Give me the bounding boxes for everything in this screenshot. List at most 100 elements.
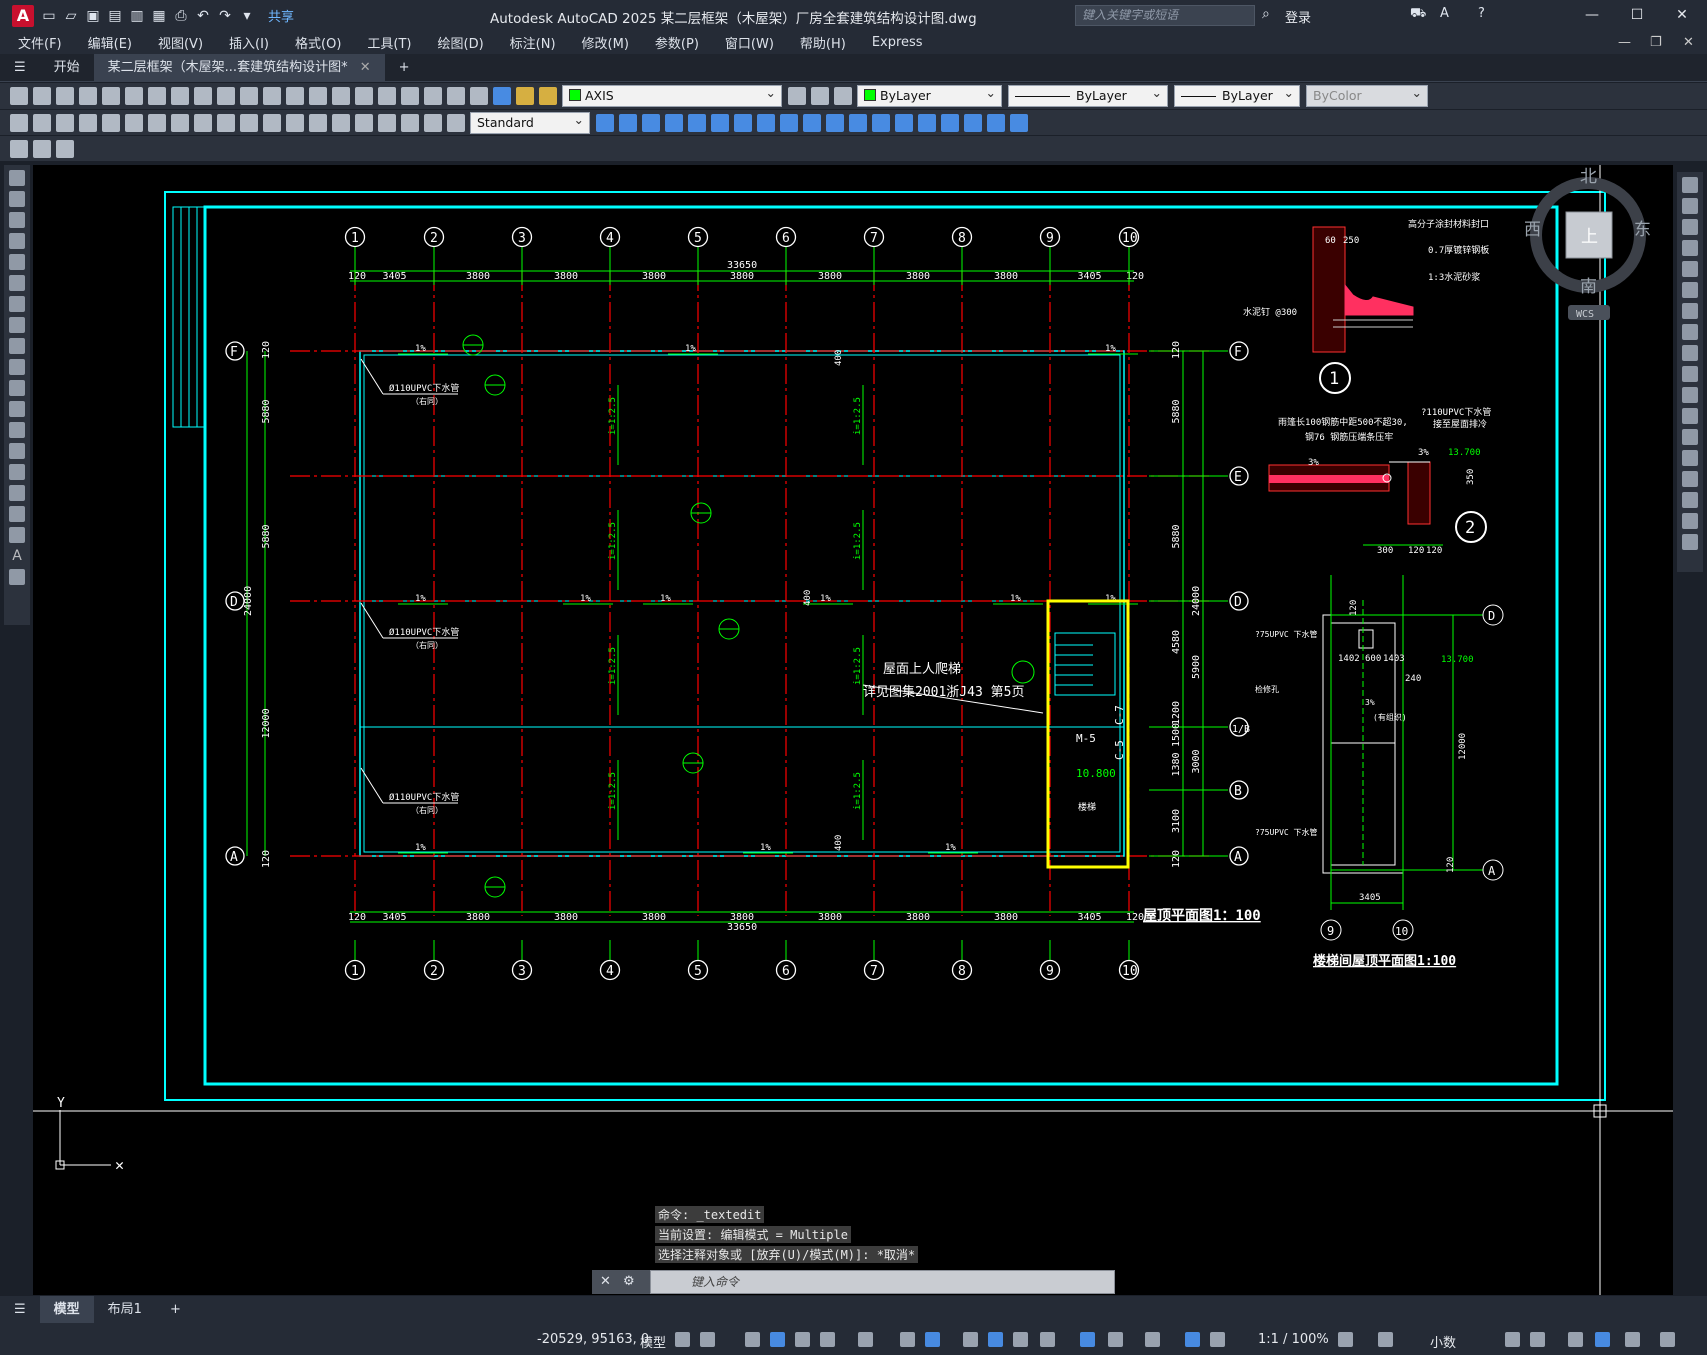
lineweight-dropdown[interactable]: ByLayer [1174,83,1300,107]
workspace-gear-icon[interactable] [1338,1332,1353,1347]
tab-model[interactable]: 模型 [39,1296,94,1323]
menu-view[interactable]: 视图(V) [158,33,203,52]
rotate-tool-icon[interactable] [1682,303,1698,319]
revision-cloud-icon[interactable] [9,317,25,333]
viewcube-east[interactable]: 东 [1634,220,1651,240]
login-button[interactable]: 登录 [1285,7,1311,26]
stretch-tool-icon[interactable] [1682,345,1698,361]
add-selected-icon[interactable] [9,569,25,585]
doc-minimize-icon[interactable]: — [1618,35,1631,50]
linetype-dropdown[interactable]: ByLayer [1008,83,1168,107]
extend-tool-icon[interactable] [1682,387,1698,403]
solid-check-icon[interactable] [918,113,936,132]
solid-flatshot-icon[interactable] [780,113,798,132]
maximize-button[interactable]: ☐ [1617,4,1657,26]
units-dropdown[interactable]: 小数 [1430,1332,1456,1351]
solid-offset-icon[interactable] [1010,113,1028,132]
dim-diameter-icon[interactable] [148,113,166,132]
snap-icon[interactable] [700,1332,715,1347]
menu-edit[interactable]: 编辑(E) [88,33,132,52]
dim-break-icon[interactable] [286,113,304,132]
plot-icon[interactable]: ▦ [150,7,168,25]
match-properties-icon[interactable] [217,87,235,105]
solid-extrude-icon[interactable] [619,113,637,132]
add-layout-icon[interactable]: + [156,1296,195,1323]
ortho-icon[interactable] [795,1332,810,1347]
hardware-acceleration-icon[interactable] [1595,1332,1610,1347]
design-center-icon[interactable] [401,87,419,105]
dim-jogged-icon[interactable] [125,113,143,132]
search-icon[interactable]: ⌕ [1262,6,1270,22]
polyline-tool-icon[interactable] [9,212,25,228]
save-icon[interactable]: ▣ [84,7,102,25]
new-file-icon[interactable]: ▭ [40,7,58,25]
doc-restore-icon[interactable]: ❐ [1650,35,1662,50]
save-as-icon[interactable]: ▤ [106,7,124,25]
menu-parametric[interactable]: 参数(P) [655,33,699,52]
autodesk-app-icon[interactable]: A [1440,6,1449,21]
dim-space-icon[interactable] [263,113,281,132]
menu-draw[interactable]: 绘图(D) [438,33,484,52]
mtext-tool-icon[interactable]: A [9,548,25,564]
dim-arc-icon[interactable] [56,113,74,132]
dim-aligned-icon[interactable] [33,113,51,132]
solid-clean-icon[interactable] [895,113,913,132]
layer-state-icon[interactable] [539,87,557,105]
hatch-tool-icon[interactable] [9,464,25,480]
solid-subtract-icon[interactable] [665,113,683,132]
dim-style-dropdown[interactable]: Standard [470,110,590,134]
table-tool-icon[interactable] [9,527,25,543]
layer-dropdown[interactable]: AXIS [562,83,782,107]
break-point-icon[interactable] [1682,408,1698,424]
break-tool-icon[interactable] [1682,429,1698,445]
selection-filter-icon[interactable] [1108,1332,1123,1347]
viewcube-north[interactable]: 北 [1580,167,1597,187]
menu-file[interactable]: 文件(F) [18,33,62,52]
solid-interfere-icon[interactable] [734,113,752,132]
blend-tool-icon[interactable] [1682,513,1698,529]
plot-tb-icon[interactable] [79,87,97,105]
dim-angular-icon[interactable] [171,113,189,132]
close-button[interactable]: ✕ [1662,4,1702,26]
coordinate-readout[interactable]: -20529, 95163, 0 [537,1332,649,1347]
array-tool-icon[interactable] [1682,261,1698,277]
tab-layout1[interactable]: 布局1 [94,1296,156,1323]
open-folder-icon[interactable]: ▱ [62,7,80,25]
layer-isolate-icon[interactable] [834,87,852,105]
zoom-realtime-icon[interactable] [309,87,327,105]
solid-union-icon[interactable] [642,113,660,132]
block-editor-icon[interactable] [10,139,28,158]
viewcube-south[interactable]: 南 [1580,277,1597,297]
3d-osnap-icon[interactable] [1040,1332,1055,1347]
dim-continue-icon[interactable] [240,113,258,132]
dim-edit-icon[interactable] [401,113,419,132]
explode-tool-icon[interactable] [1682,534,1698,550]
menu-express[interactable]: Express [872,35,923,50]
sheet-set-icon[interactable] [447,87,465,105]
open-icon[interactable] [33,87,51,105]
trim-tool-icon[interactable] [1682,366,1698,382]
solid-extract-edges-icon[interactable] [803,113,821,132]
menu-tools[interactable]: 工具(T) [367,33,411,52]
layer-walk-icon[interactable] [56,139,74,158]
help-icon[interactable]: ? [1478,6,1485,21]
rectangle-tool-icon[interactable] [9,254,25,270]
viewcube-face-top[interactable]: 上 [1581,227,1598,247]
chamfer-tool-icon[interactable] [1682,471,1698,487]
new-tab-icon[interactable]: + [385,54,424,82]
solid-separate-icon[interactable] [872,113,890,132]
move-tool-icon[interactable] [1682,282,1698,298]
make-current-icon[interactable] [788,87,806,105]
spline-tool-icon[interactable] [9,338,25,354]
menu-help[interactable]: 帮助(H) [800,33,846,52]
command-close-icon[interactable]: ✕ [600,1274,611,1289]
customize-dropdown-icon[interactable]: ▾ [238,7,256,25]
selection-cycling-icon[interactable] [1013,1332,1028,1347]
polygon-tool-icon[interactable] [9,233,25,249]
minimize-button[interactable]: — [1572,4,1612,26]
publish-tb-icon[interactable] [125,87,143,105]
solid-intersect-icon[interactable] [688,113,706,132]
annotation-visibility-icon[interactable] [1185,1332,1200,1347]
gizmo-icon[interactable] [1145,1332,1160,1347]
dim-update-icon[interactable] [447,113,465,132]
